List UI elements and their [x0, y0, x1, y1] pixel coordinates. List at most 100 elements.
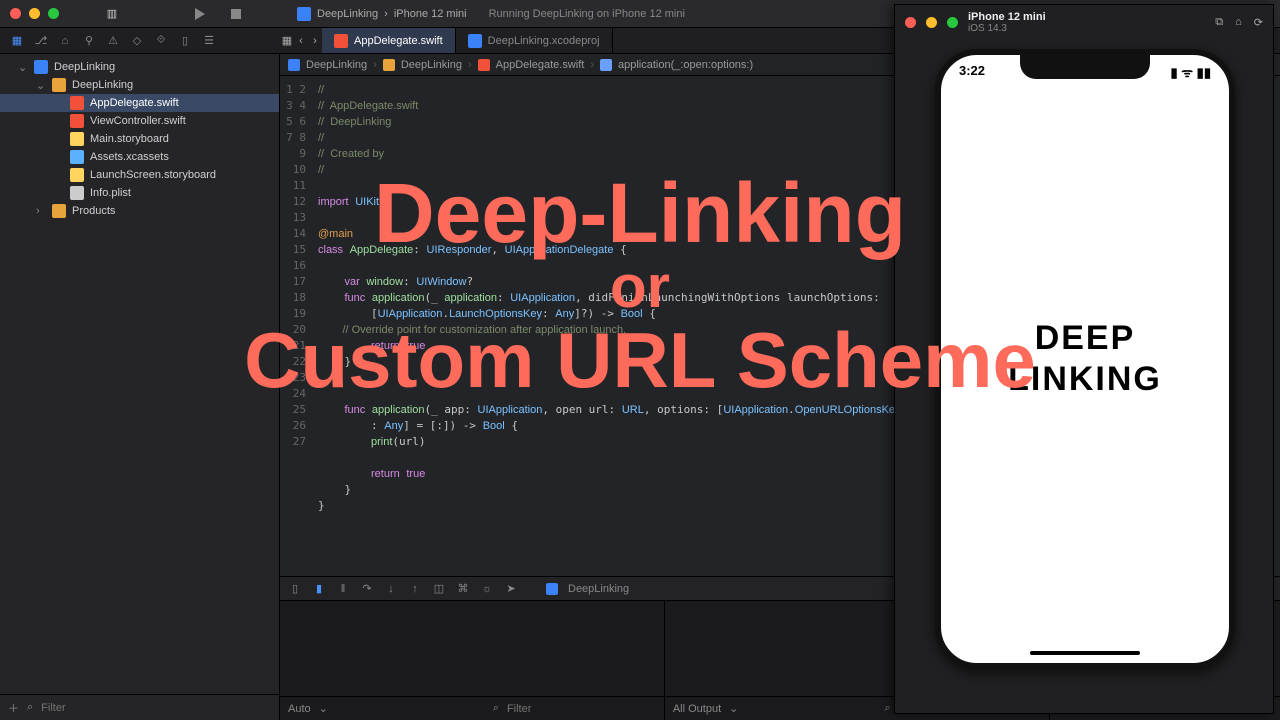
report-navigator-icon[interactable]: ☰ [202, 34, 216, 47]
folder-icon [52, 204, 66, 218]
screenshot-icon[interactable]: ⧉ [1215, 16, 1223, 29]
find-navigator-icon[interactable]: ⚲ [82, 34, 96, 47]
issue-navigator-icon[interactable]: ⚠ [106, 34, 120, 47]
variables-pane[interactable]: Auto ⌄ ⌕ [280, 601, 665, 720]
variables-filter-input[interactable] [507, 703, 656, 715]
traffic-minimize[interactable] [29, 8, 40, 19]
symbol-navigator-icon[interactable]: ⌂ [58, 35, 72, 47]
app-screen-label: DEEP LINKING [941, 318, 1229, 400]
chevron-down-icon[interactable]: ⌄ [729, 702, 738, 715]
tree-label: Products [72, 205, 115, 217]
tree-label: DeepLinking [54, 61, 115, 73]
home-icon[interactable]: ⌂ [1235, 16, 1242, 29]
chevron-right-icon: › [384, 8, 388, 20]
traffic-close[interactable] [10, 8, 21, 19]
tab-label: DeepLinking.xcodeproj [488, 35, 600, 47]
view-debug-icon[interactable]: ◫ [432, 582, 446, 595]
run-button[interactable] [195, 8, 205, 20]
folder-icon [52, 78, 66, 92]
tree-file-assets[interactable]: Assets.xcassets [0, 148, 279, 166]
project-navigator: ⌄ DeepLinking ⌄ DeepLinking AppDelegate.… [0, 54, 280, 720]
related-items-icon[interactable]: ▦ [280, 34, 294, 47]
location-icon[interactable]: ➤ [504, 582, 518, 595]
screen-line1: DEEP [941, 318, 1229, 359]
hide-debug-icon[interactable]: ▯ [288, 582, 302, 595]
chevron-down-icon[interactable]: ⌄ [319, 702, 328, 715]
project-icon [288, 59, 300, 71]
tree-label: Assets.xcassets [90, 151, 169, 163]
folder-icon [383, 59, 395, 71]
rotate-icon[interactable]: ⟳ [1254, 16, 1263, 29]
pause-icon[interactable]: ‖ [336, 583, 350, 595]
swift-icon [70, 114, 84, 128]
debug-navigator-icon[interactable]: ⟐ [154, 34, 168, 47]
filter-icon[interactable]: ⌕ [27, 701, 33, 714]
step-into-icon[interactable]: ↓ [384, 583, 398, 595]
disclosure-icon[interactable]: ⌄ [18, 61, 28, 74]
crumb[interactable]: application(_:open:options:) [618, 59, 753, 71]
tree-group[interactable]: ⌄ DeepLinking [0, 76, 279, 94]
tree-file-main-sb[interactable]: Main.storyboard [0, 130, 279, 148]
source-control-icon[interactable]: ⎇ [34, 34, 48, 47]
storyboard-icon [70, 168, 84, 182]
forward-icon[interactable]: › [308, 35, 322, 47]
simulator-titlebar: iPhone 12 mini iOS 14.3 ⧉ ⌂ ⟳ [895, 5, 1273, 39]
tab-appdelegate[interactable]: AppDelegate.swift [322, 28, 456, 53]
tree-file-launch-sb[interactable]: LaunchScreen.storyboard [0, 166, 279, 184]
tree-file-info-plist[interactable]: Info.plist [0, 184, 279, 202]
tree-label: ViewController.swift [90, 115, 186, 127]
sidebar-toggle-icon[interactable]: ▥ [105, 7, 119, 20]
traffic-close[interactable] [905, 17, 916, 28]
project-icon [34, 60, 48, 74]
traffic-zoom[interactable] [48, 8, 59, 19]
crumb[interactable]: DeepLinking [306, 59, 367, 71]
tree-file-appdelegate[interactable]: AppDelegate.swift [0, 94, 279, 112]
step-over-icon[interactable]: ↷ [360, 582, 374, 595]
method-icon [600, 59, 612, 71]
debug-target[interactable]: DeepLinking [568, 583, 629, 595]
tree-label: Info.plist [90, 187, 131, 199]
tree-file-viewcontroller[interactable]: ViewController.swift [0, 112, 279, 130]
variables-scope[interactable]: Auto [288, 703, 311, 715]
clock: 3:22 [959, 63, 985, 81]
scheme-app: DeepLinking [317, 8, 378, 20]
editor-tabs: AppDelegate.swift DeepLinking.xcodeproj [322, 28, 613, 53]
filter-icon[interactable]: ⌕ [493, 702, 499, 715]
console-scope[interactable]: All Output [673, 703, 721, 715]
test-navigator-icon[interactable]: ◇ [130, 34, 144, 47]
memory-graph-icon[interactable]: ⌘ [456, 582, 470, 595]
traffic-zoom[interactable] [947, 17, 958, 28]
screen-line2: LINKING [941, 359, 1229, 400]
navigator-filter-input[interactable] [41, 702, 271, 714]
env-overrides-icon[interactable]: ☼ [480, 583, 494, 595]
tree-label: Main.storyboard [90, 133, 169, 145]
traffic-minimize[interactable] [926, 17, 937, 28]
swift-icon [334, 34, 348, 48]
status-icons: ▮ ᯤ ▮▮ [1170, 63, 1211, 81]
file-tree[interactable]: ⌄ DeepLinking ⌄ DeepLinking AppDelegate.… [0, 54, 279, 694]
activity-status: Running DeepLinking on iPhone 12 mini [489, 8, 685, 20]
filter-icon[interactable]: ⌕ [885, 702, 891, 715]
tree-label: DeepLinking [72, 79, 133, 91]
tree-project-root[interactable]: ⌄ DeepLinking [0, 58, 279, 76]
tab-project[interactable]: DeepLinking.xcodeproj [456, 28, 613, 53]
disclosure-icon[interactable]: ⌄ [36, 79, 46, 92]
scheme-selector[interactable]: DeepLinking › iPhone 12 mini [297, 7, 467, 21]
project-navigator-icon[interactable]: ▦ [10, 34, 24, 47]
step-out-icon[interactable]: ↑ [408, 583, 422, 595]
tab-label: AppDelegate.swift [354, 35, 443, 47]
breakpoint-navigator-icon[interactable]: ▯ [178, 34, 192, 47]
stop-button[interactable] [231, 9, 241, 19]
back-icon[interactable]: ‹ [294, 35, 308, 47]
simulator-title: iPhone 12 mini [968, 11, 1046, 23]
breakpoints-icon[interactable]: ▮ [312, 582, 326, 595]
tree-products[interactable]: › Products [0, 202, 279, 220]
project-icon [468, 34, 482, 48]
simulator-window[interactable]: iPhone 12 mini iOS 14.3 ⧉ ⌂ ⟳ 3:22 ▮ ᯤ ▮… [894, 4, 1274, 714]
crumb[interactable]: AppDelegate.swift [496, 59, 585, 71]
swift-icon [478, 59, 490, 71]
device-statusbar: 3:22 ▮ ᯤ ▮▮ [959, 63, 1211, 81]
crumb[interactable]: DeepLinking [401, 59, 462, 71]
disclosure-icon[interactable]: › [36, 205, 46, 217]
add-icon[interactable]: ＋ [8, 700, 19, 716]
